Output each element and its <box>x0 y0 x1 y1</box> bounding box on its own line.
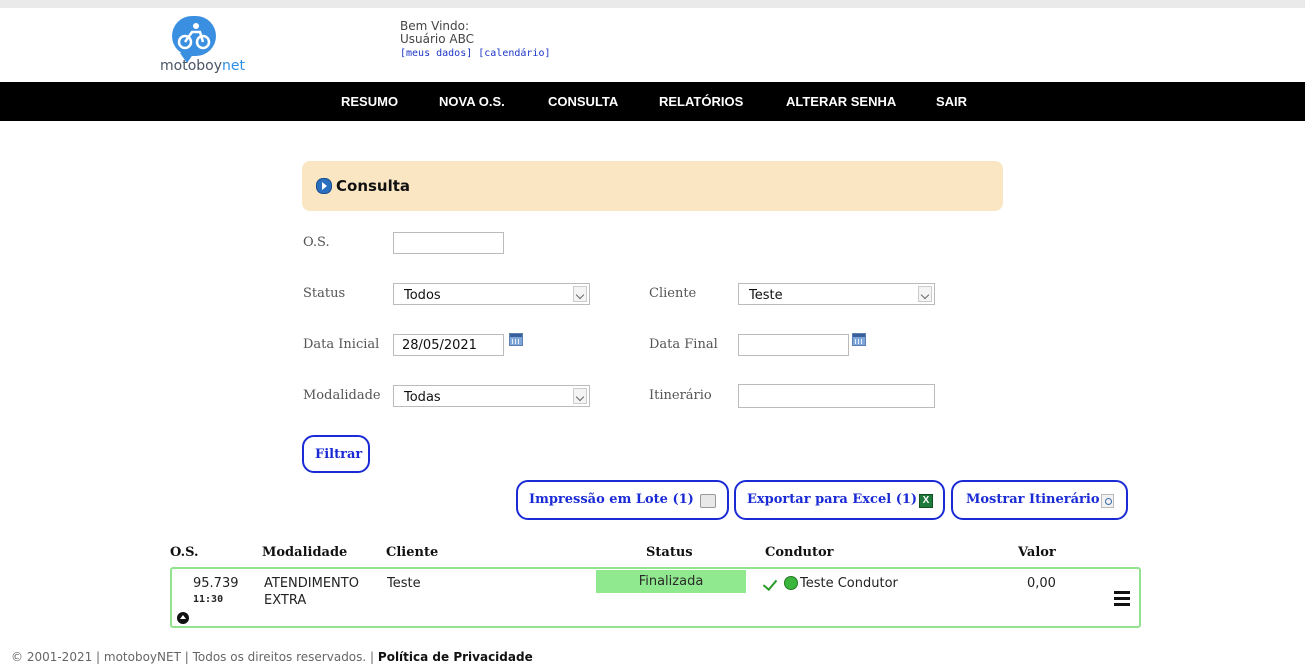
row-valor: 0,00 <box>1027 576 1056 591</box>
check-icon <box>762 575 778 592</box>
nav-item-sair[interactable]: SAIR <box>936 94 967 109</box>
column-header-os: O.S. <box>170 545 199 560</box>
cliente-select[interactable]: Teste <box>738 283 935 305</box>
status-label: Status <box>303 286 346 301</box>
calendar-link[interactable]: [calendário] <box>478 48 550 59</box>
chevron-down-icon <box>573 286 587 302</box>
data-inicial-label: Data Inicial <box>303 337 380 352</box>
my-data-link[interactable]: [meus dados] <box>400 48 472 59</box>
logo-text: motoboynet <box>160 58 245 74</box>
motorbike-icon <box>177 23 211 50</box>
print-batch-label: Impressão em Lote (1) <box>529 492 694 507</box>
modalidade-select[interactable]: Todas <box>393 385 590 407</box>
header: motoboynet Bem Vindo: Usuário ABC [meus … <box>0 8 1305 82</box>
filter-button-label: Filtrar <box>315 447 363 462</box>
main-nav: RESUMO NOVA O.S. CONSULTA RELATÓRIOS ALT… <box>0 82 1305 121</box>
status-select[interactable]: Todos <box>393 283 590 305</box>
cliente-label: Cliente <box>649 286 697 301</box>
cliente-select-value: Teste <box>749 288 783 303</box>
os-input[interactable] <box>393 232 504 254</box>
modalidade-label: Modalidade <box>303 388 381 403</box>
column-header-modalidade: Modalidade <box>262 545 348 560</box>
os-label: O.S. <box>303 235 330 250</box>
excel-icon: X <box>919 494 933 508</box>
column-header-cliente: Cliente <box>386 545 439 560</box>
nav-item-resumo[interactable]: RESUMO <box>341 94 398 109</box>
column-header-condutor: Condutor <box>765 545 834 560</box>
row-modalidade-line1: ATENDIMENTO <box>264 576 359 591</box>
top-shade <box>0 0 1305 8</box>
nav-item-relatorios[interactable]: RELATÓRIOS <box>659 94 743 109</box>
calendar-icon[interactable] <box>852 333 866 346</box>
show-itinerary-label: Mostrar Itinerário <box>966 492 1100 507</box>
itinerario-input[interactable] <box>738 384 935 408</box>
column-header-status: Status <box>646 545 693 560</box>
itinerario-label: Itinerário <box>649 388 712 403</box>
column-header-valor: Valor <box>1018 545 1056 560</box>
print-batch-button[interactable]: Impressão em Lote (1) <box>516 480 729 520</box>
panel-title: Consulta <box>336 177 411 195</box>
hamburger-menu-icon[interactable] <box>1114 591 1130 606</box>
printer-icon <box>700 494 716 508</box>
arrow-circle-icon <box>316 178 332 194</box>
logo-bubble-icon <box>172 16 216 63</box>
consulta-panel: Consulta <box>302 161 1003 211</box>
modalidade-select-value: Todas <box>404 390 441 405</box>
user-name: Usuário ABC <box>400 32 475 46</box>
data-inicial-input[interactable] <box>393 334 504 356</box>
show-itinerary-button[interactable]: Mostrar Itinerário <box>951 480 1128 520</box>
expand-icon[interactable] <box>177 612 189 624</box>
privacy-policy-link[interactable]: Política de Privacidade <box>378 650 533 664</box>
chevron-down-icon <box>918 286 932 302</box>
data-final-input[interactable] <box>738 334 849 356</box>
footer-copyright: © 2001-2021 | motoboyNET | Todos os dire… <box>11 650 375 664</box>
nav-item-nova-os[interactable]: NOVA O.S. <box>439 94 505 109</box>
row-condutor: Teste Condutor <box>800 576 898 591</box>
chevron-down-icon <box>573 388 587 404</box>
footer: © 2001-2021 | motoboyNET | Todos os dire… <box>11 650 533 664</box>
status-select-value: Todos <box>404 288 441 303</box>
export-excel-button[interactable]: Exportar para Excel (1) X <box>734 480 945 520</box>
row-time: 11:30 <box>193 594 224 605</box>
row-modalidade-line2: EXTRA <box>264 593 307 608</box>
status-badge: Finalizada <box>596 570 746 593</box>
calendar-icon[interactable] <box>509 333 523 346</box>
nav-item-alterar-senha[interactable]: ALTERAR SENHA <box>786 94 896 109</box>
data-final-label: Data Final <box>649 337 718 352</box>
magnifier-icon <box>1101 494 1114 508</box>
welcome-block: Bem Vindo: Usuário ABC [meus dados] [cale… <box>400 20 557 60</box>
export-excel-label: Exportar para Excel (1) <box>747 492 918 507</box>
row-os-number: 95.739 <box>193 576 239 591</box>
nav-item-consulta[interactable]: CONSULTA <box>548 94 618 109</box>
status-dot-icon <box>784 576 798 590</box>
row-cliente: Teste <box>387 576 421 591</box>
table-row[interactable]: 95.739 11:30 ATENDIMENTO EXTRA Teste Fin… <box>170 567 1141 628</box>
filter-button[interactable]: Filtrar <box>302 435 370 473</box>
logo[interactable]: motoboynet <box>160 16 260 76</box>
